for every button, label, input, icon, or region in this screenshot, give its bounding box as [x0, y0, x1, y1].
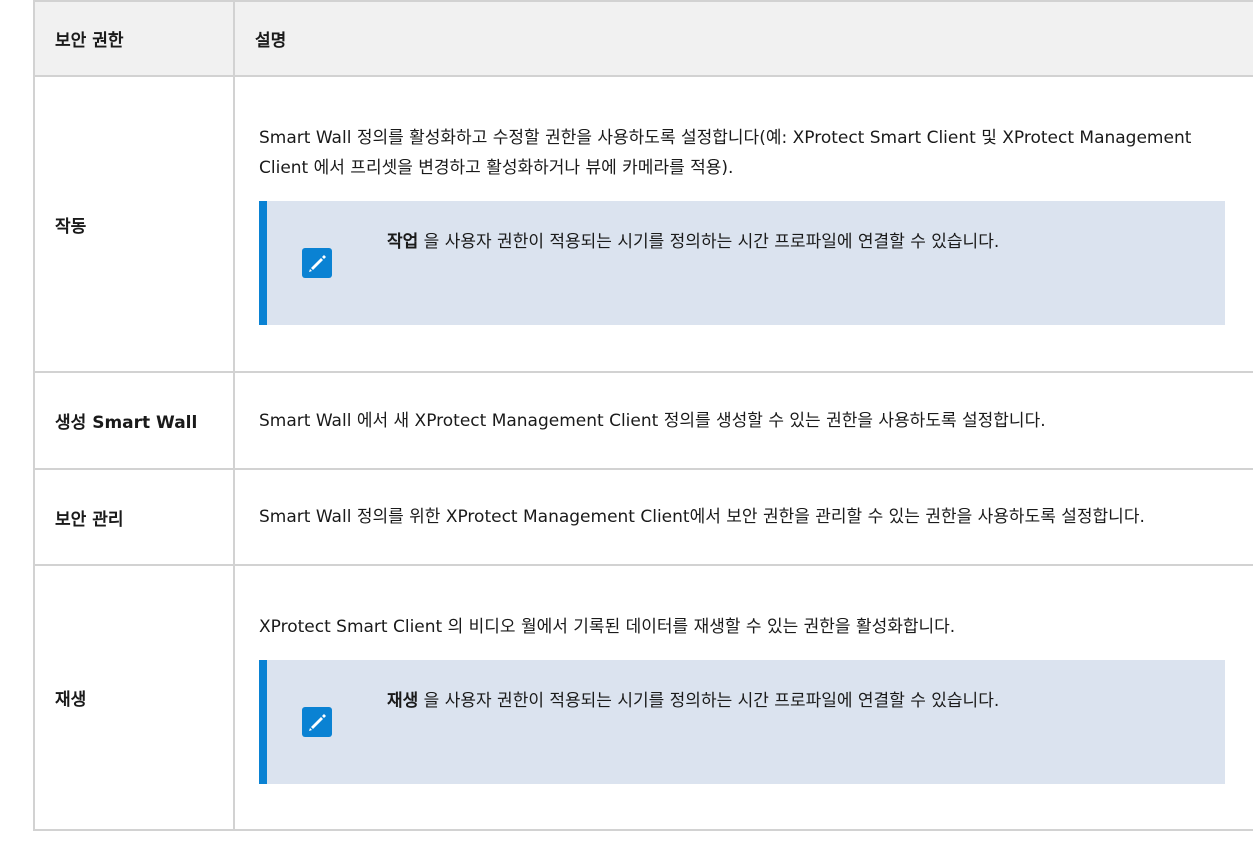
permission-description: XProtect Smart Client 의 비디오 월에서 기록된 데이터를…	[259, 616, 956, 637]
table-row: 보안 관리 Smart Wall 정의를 위한 XProtect Managem…	[33, 468, 1253, 566]
pencil-icon	[302, 706, 332, 737]
permission-description-cell: Smart Wall 정의를 활성화하고 수정할 권한을 사용하도록 설정합니다…	[233, 75, 1253, 373]
header-description: 설명	[233, 0, 1253, 77]
permission-name: 생성 Smart Wall	[33, 371, 235, 470]
permission-name: 작동	[33, 75, 235, 373]
note-keyword: 재생	[387, 690, 419, 711]
permission-description: Smart Wall 정의를 활성화하고 수정할 권한을 사용하도록 설정합니다…	[259, 128, 1192, 178]
permission-description-cell: Smart Wall 에서 새 XProtect Management Clie…	[233, 371, 1253, 470]
note-text: 작업 을 사용자 권한이 적용되는 시기를 정의하는 시간 프로파일에 연결할 …	[387, 224, 1065, 260]
permission-description-cell: Smart Wall 정의를 위한 XProtect Management Cl…	[233, 468, 1253, 566]
permission-description-cell: XProtect Smart Client 의 비디오 월에서 기록된 데이터를…	[233, 564, 1253, 831]
note-keyword: 작업	[387, 232, 419, 252]
permission-description: Smart Wall 정의를 위한 XProtect Management Cl…	[259, 507, 1145, 527]
note-body: 을 사용자 권한이 적용되는 시기를 정의하는 시간 프로파일에 연결할 수 있…	[418, 232, 1000, 252]
note-text: 재생 을 사용자 권한이 적용되는 시기를 정의하는 시간 프로파일에 연결할 …	[387, 683, 1065, 719]
table-header-row: 보안 권한 설명	[33, 0, 1253, 77]
security-permissions-table: 보안 권한 설명 작동 Smart Wall 정의를 활성화하고 수정할 권한을…	[33, 0, 1253, 831]
note-box: 재생 을 사용자 권한이 적용되는 시기를 정의하는 시간 프로파일에 연결할 …	[259, 659, 1225, 784]
permission-name: 재생	[33, 564, 235, 831]
pencil-icon	[302, 248, 332, 278]
header-permission: 보안 권한	[33, 0, 235, 77]
permission-description: Smart Wall 에서 새 XProtect Management Clie…	[259, 410, 1046, 431]
permission-name: 보안 관리	[33, 468, 235, 566]
table-row: 생성 Smart Wall Smart Wall 에서 새 XProtect M…	[33, 371, 1253, 470]
table-row: 재생 XProtect Smart Client 의 비디오 월에서 기록된 데…	[33, 564, 1253, 831]
note-body: 을 사용자 권한이 적용되는 시기를 정의하는 시간 프로파일에 연결할 수 있…	[418, 690, 1000, 711]
note-box: 작업 을 사용자 권한이 적용되는 시기를 정의하는 시간 프로파일에 연결할 …	[259, 201, 1225, 325]
table-row: 작동 Smart Wall 정의를 활성화하고 수정할 권한을 사용하도록 설정…	[33, 75, 1253, 373]
